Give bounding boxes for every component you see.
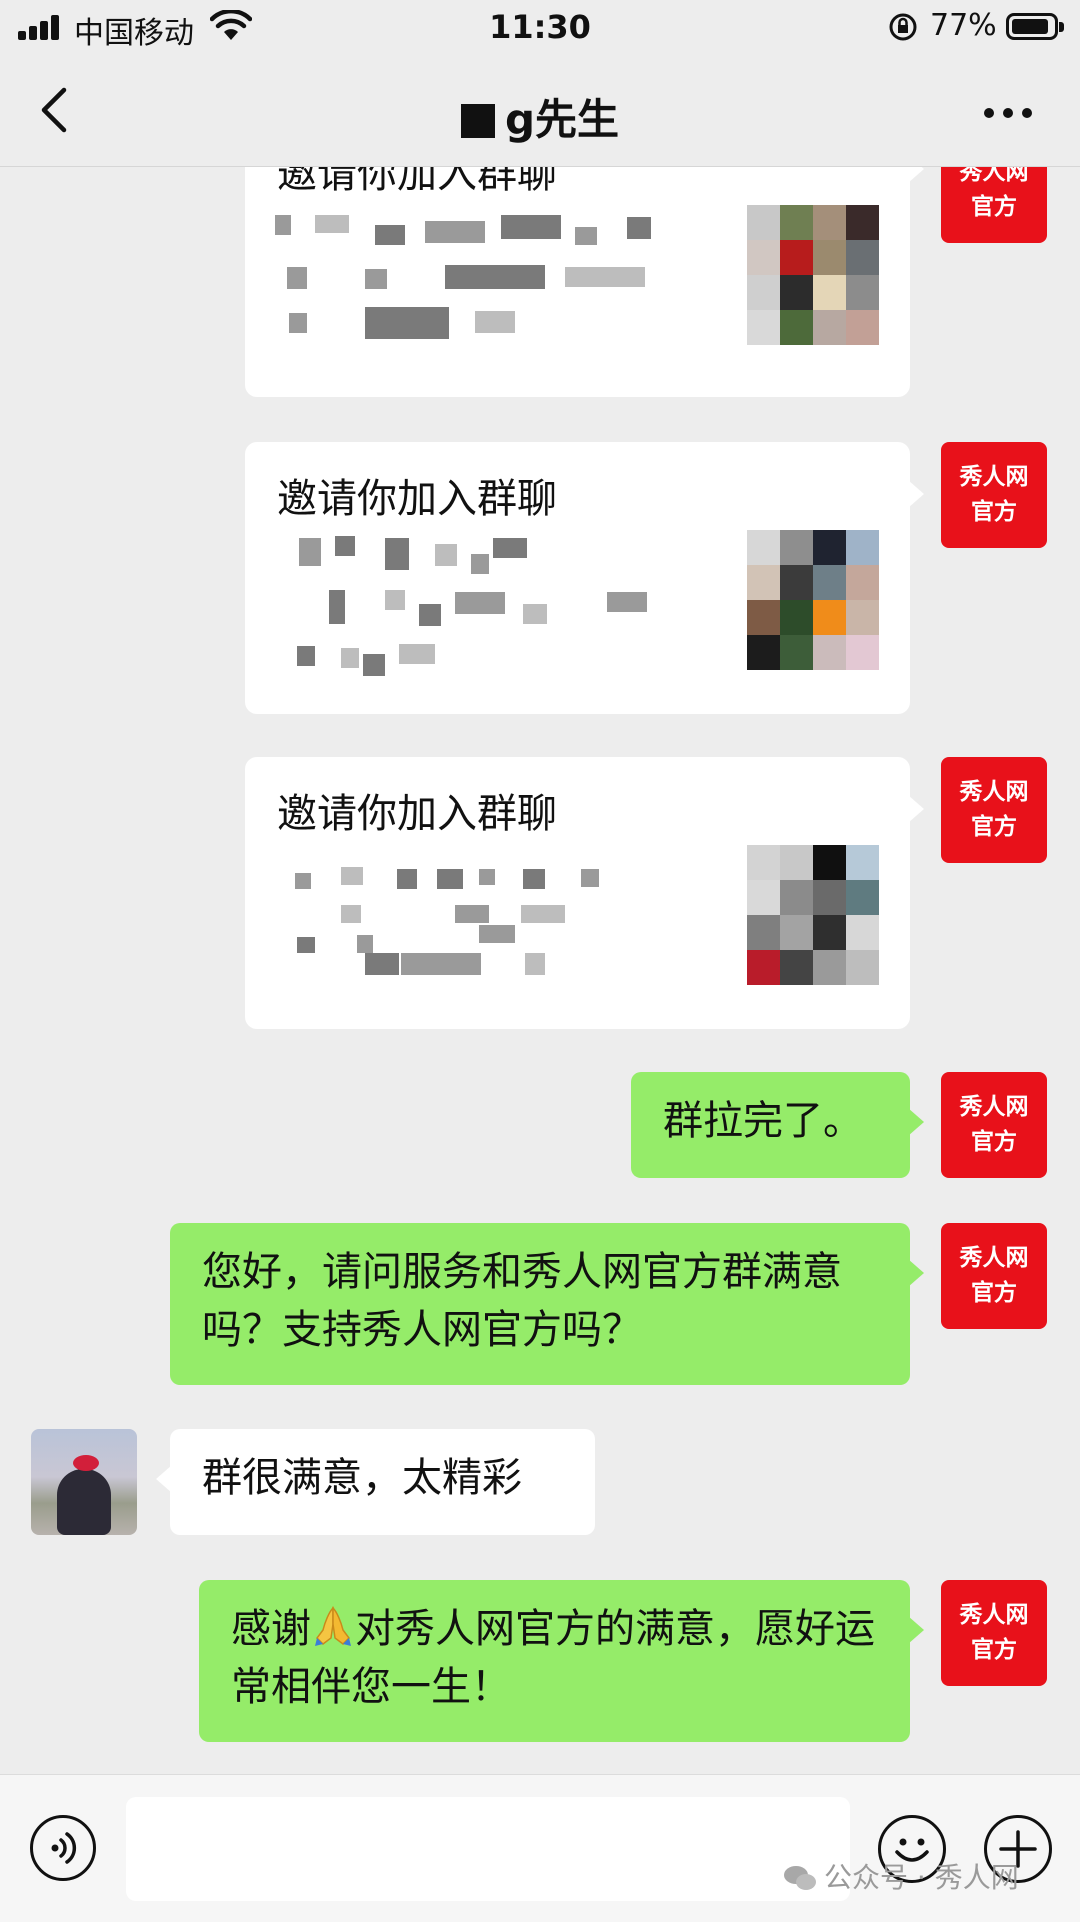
battery-percent: 77% (930, 8, 997, 43)
message-bubble-other[interactable]: 群很满意，太精彩 (156, 1429, 595, 1535)
chat-header: g先生 (0, 56, 1080, 167)
group-avatar-thumbnail (747, 530, 879, 670)
rotation-lock-icon (889, 13, 917, 41)
message-bubble-self[interactable]: 感谢 对秀人网官方的满意，愿好运常相伴您一生！ (199, 1580, 924, 1742)
battery-icon (1006, 13, 1064, 40)
folded-hands-icon (315, 1606, 351, 1646)
chat-title: g先生 (0, 86, 1080, 147)
message-input[interactable] (126, 1797, 850, 1901)
group-invite-card[interactable]: 邀请你加入群聊 (245, 757, 924, 1029)
invite-card-title: 邀请你加入群聊 (277, 476, 557, 522)
invite-card-title: 邀请你加入群聊 (277, 791, 557, 837)
message-text: 您好，请问服务和秀人网官方群满意吗？支持秀人网官方吗？ (202, 1249, 842, 1353)
redaction-block (460, 104, 495, 138)
self-avatar[interactable]: 秀人网 官方 (941, 442, 1047, 548)
input-bar (0, 1774, 1080, 1922)
message-list[interactable]: 邀请你加入群聊 秀人网 官方 邀请你加入群聊 秀人网 官方 邀请你加入群聊 秀人… (0, 167, 1080, 1772)
group-invite-card[interactable]: 邀请你加入群聊 (245, 167, 924, 397)
message-text: 感谢 (231, 1606, 311, 1652)
self-avatar[interactable]: 秀人网 官方 (941, 1072, 1047, 1178)
self-avatar[interactable]: 秀人网 官方 (941, 167, 1047, 243)
group-invite-card[interactable]: 邀请你加入群聊 (245, 442, 924, 714)
message-bubble-self[interactable]: 您好，请问服务和秀人网官方群满意吗？支持秀人网官方吗？ (170, 1223, 924, 1385)
watermark: 公众号 · 秀人网 (782, 1856, 1019, 1896)
invite-card-title: 邀请你加入群聊 (277, 167, 557, 197)
message-text: 群很满意，太精彩 (202, 1455, 522, 1501)
self-avatar[interactable]: 秀人网 官方 (941, 757, 1047, 863)
message-text: 群拉完了。 (663, 1098, 863, 1144)
self-avatar[interactable]: 秀人网 官方 (941, 1580, 1047, 1686)
chat-title-text: g先生 (504, 95, 620, 144)
voice-icon[interactable] (30, 1815, 96, 1881)
group-avatar-thumbnail (747, 845, 879, 985)
contact-avatar[interactable] (31, 1429, 137, 1535)
group-avatar-thumbnail (747, 205, 879, 345)
wechat-logo-icon (784, 1866, 816, 1890)
self-avatar[interactable]: 秀人网 官方 (941, 1223, 1047, 1329)
message-bubble-self[interactable]: 群拉完了。 (631, 1072, 924, 1178)
clock: 11:30 (489, 8, 591, 46)
more-icon[interactable] (978, 92, 1038, 132)
status-bar: 中国移动 11:30 77% (0, 0, 1080, 56)
